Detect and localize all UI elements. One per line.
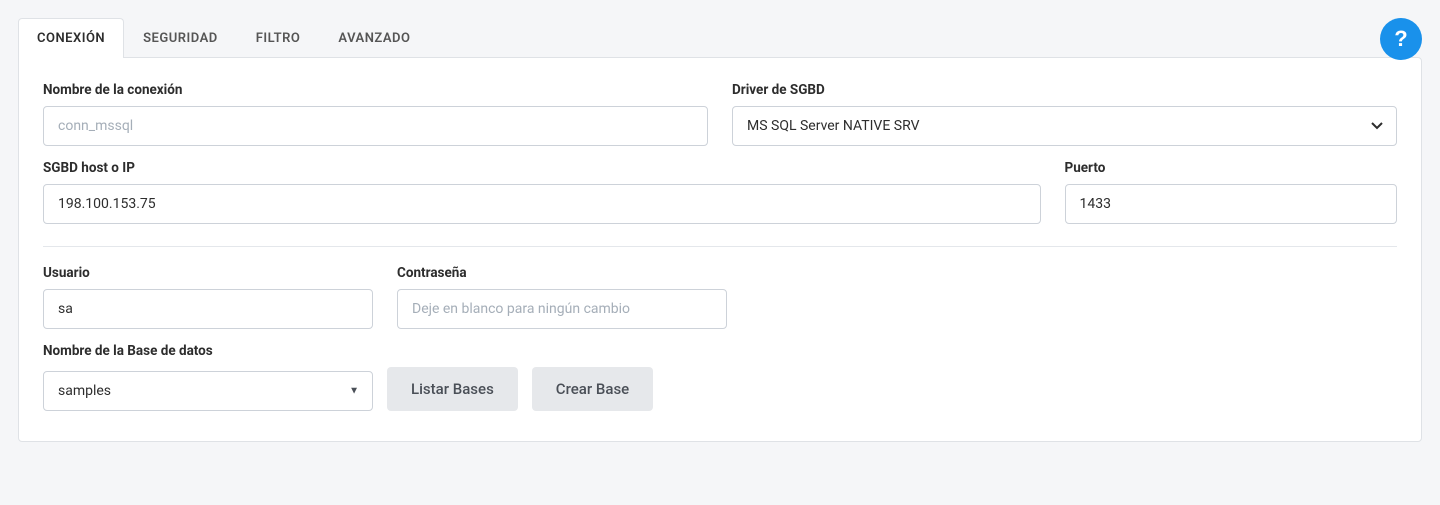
select-database-wrapper: samples ▼: [43, 371, 373, 411]
field-driver: Driver de SGBD MS SQL Server NATIVE SRV: [732, 82, 1397, 146]
label-database: Nombre de la Base de datos: [43, 343, 653, 359]
select-database[interactable]: samples: [43, 371, 373, 411]
row-database: Nombre de la Base de datos samples ▼ Lis…: [43, 343, 1397, 411]
field-port: Puerto: [1065, 160, 1398, 224]
row-user-password: Usuario Contraseña: [43, 265, 1397, 329]
label-host: SGBD host o IP: [43, 160, 1041, 176]
select-driver[interactable]: MS SQL Server NATIVE SRV: [732, 106, 1397, 146]
input-port[interactable]: [1065, 184, 1398, 224]
field-user: Usuario: [43, 265, 373, 329]
input-connection-name[interactable]: [43, 106, 708, 146]
divider: [43, 246, 1397, 247]
row-name-driver: Nombre de la conexión Driver de SGBD MS …: [43, 82, 1397, 146]
list-bases-button[interactable]: Listar Bases: [387, 367, 518, 411]
tab-conexion[interactable]: CONEXIÓN: [18, 18, 124, 58]
connection-form-container: CONEXIÓN SEGURIDAD FILTRO AVANZADO ? Nom…: [18, 18, 1422, 442]
tabs: CONEXIÓN SEGURIDAD FILTRO AVANZADO: [18, 18, 429, 57]
database-controls: samples ▼ Listar Bases Crear Base: [43, 367, 653, 411]
row-host-port: SGBD host o IP Puerto: [43, 160, 1397, 224]
tab-avanzado[interactable]: AVANZADO: [319, 18, 429, 58]
field-connection-name: Nombre de la conexión: [43, 82, 708, 146]
input-user[interactable]: [43, 289, 373, 329]
field-host: SGBD host o IP: [43, 160, 1041, 224]
tab-filtro[interactable]: FILTRO: [237, 18, 320, 58]
select-driver-wrapper: MS SQL Server NATIVE SRV: [732, 106, 1397, 146]
panel-conexion: Nombre de la conexión Driver de SGBD MS …: [18, 57, 1422, 442]
label-port: Puerto: [1065, 160, 1398, 176]
select-database-value: samples: [58, 383, 111, 399]
label-connection-name: Nombre de la conexión: [43, 82, 708, 98]
tab-seguridad[interactable]: SEGURIDAD: [124, 18, 237, 58]
help-icon: ?: [1394, 26, 1407, 52]
create-base-button[interactable]: Crear Base: [532, 367, 653, 411]
input-password[interactable]: [397, 289, 727, 329]
field-password: Contraseña: [397, 265, 727, 329]
label-driver: Driver de SGBD: [732, 82, 1397, 98]
label-user: Usuario: [43, 265, 373, 281]
input-host[interactable]: [43, 184, 1041, 224]
field-database: Nombre de la Base de datos samples ▼ Lis…: [43, 343, 653, 411]
label-password: Contraseña: [397, 265, 727, 281]
help-button[interactable]: ?: [1380, 18, 1422, 60]
tabs-row: CONEXIÓN SEGURIDAD FILTRO AVANZADO ?: [18, 18, 1422, 57]
